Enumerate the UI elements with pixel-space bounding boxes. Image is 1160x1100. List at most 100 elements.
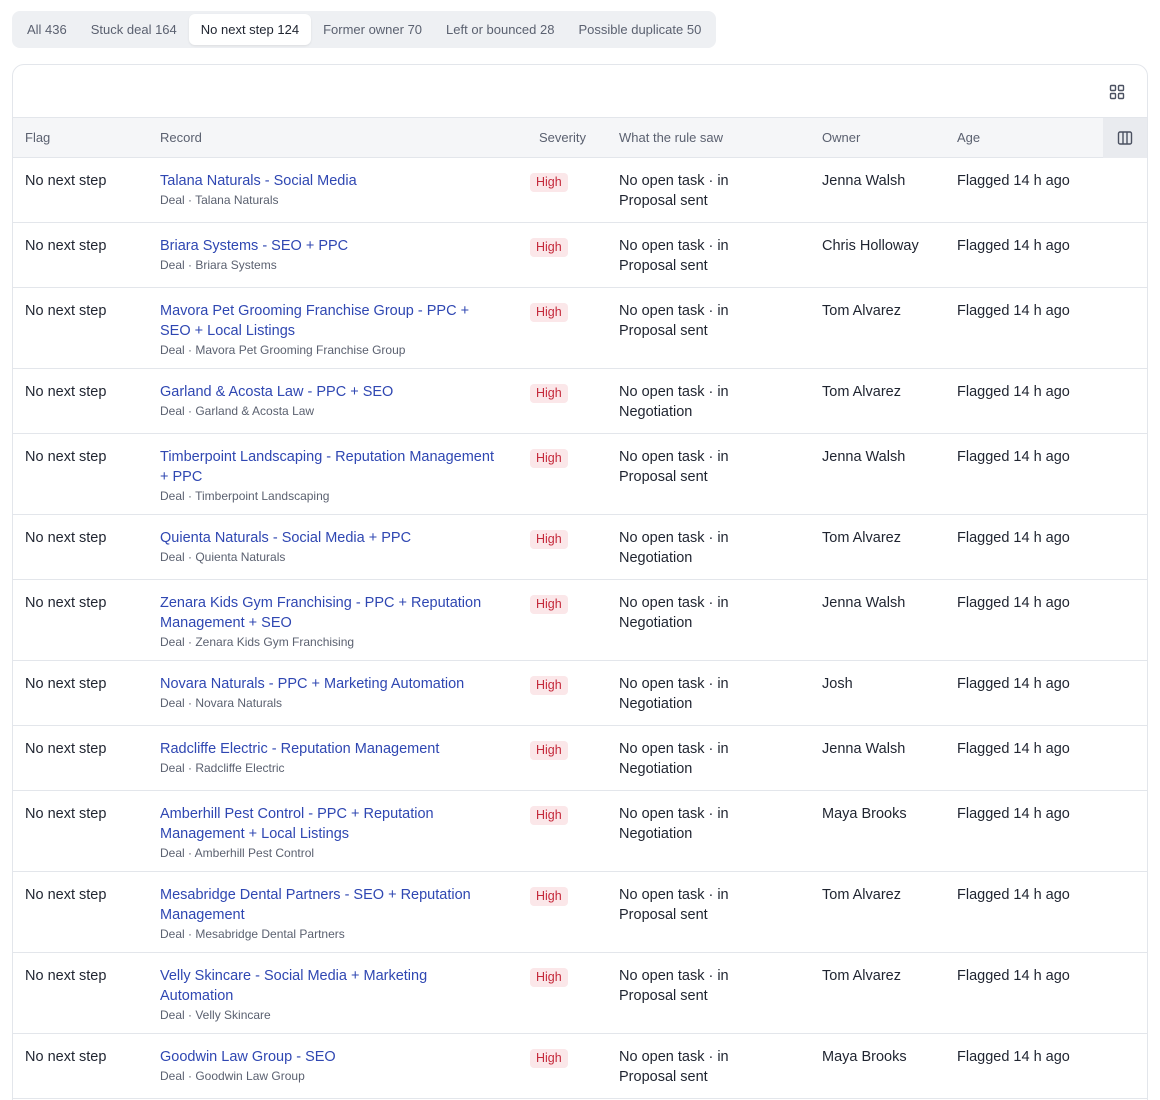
owner-cell: Jenna Walsh bbox=[822, 741, 906, 757]
rule-saw-cell: No open task · in Proposal sent bbox=[619, 303, 729, 339]
flag-cell: No next step bbox=[25, 303, 107, 319]
record-cell: Mesabridge Dental Partners - SEO + Reput… bbox=[160, 885, 500, 942]
tab-stuck-deal[interactable]: Stuck deal 164 bbox=[79, 14, 189, 45]
owner-cell: Maya Brooks bbox=[822, 806, 907, 822]
flag-cell: No next step bbox=[25, 530, 107, 546]
flag-cell: No next step bbox=[25, 384, 107, 400]
table-row[interactable]: No next step Novara Naturals - PPC + Mar… bbox=[13, 661, 1147, 726]
age-cell: Flagged 14 h ago bbox=[957, 595, 1070, 611]
table-toolbar bbox=[13, 65, 1147, 118]
severity-cell: High bbox=[530, 886, 568, 906]
severity-badge: High bbox=[530, 173, 568, 192]
severity-cell: High bbox=[530, 237, 568, 257]
flag-cell: No next step bbox=[25, 238, 107, 254]
table-row[interactable]: No next step Velly Skincare - Social Med… bbox=[13, 953, 1147, 1034]
record-cell: Velly Skincare - Social Media + Marketin… bbox=[160, 966, 500, 1023]
record-link[interactable]: Talana Naturals - Social Media bbox=[160, 171, 500, 191]
age-cell: Flagged 14 h ago bbox=[957, 303, 1070, 319]
owner-cell: Tom Alvarez bbox=[822, 303, 901, 319]
record-subtitle: Deal · Briara Systems bbox=[160, 258, 277, 272]
age-cell: Flagged 14 h ago bbox=[957, 384, 1070, 400]
record-cell: Talana Naturals - Social Media Deal · Ta… bbox=[160, 171, 500, 208]
severity-badge: High bbox=[530, 968, 568, 987]
tab-former-owner[interactable]: Former owner 70 bbox=[311, 14, 434, 45]
flag-cell: No next step bbox=[25, 449, 107, 465]
record-cell: Novara Naturals - PPC + Marketing Automa… bbox=[160, 674, 500, 711]
severity-badge: High bbox=[530, 676, 568, 695]
severity-cell: High bbox=[530, 529, 568, 549]
table-row[interactable]: No next step Amberhill Pest Control - PP… bbox=[13, 791, 1147, 872]
record-subtitle: Deal · Timberpoint Landscaping bbox=[160, 489, 330, 503]
rule-saw-cell: No open task · in Negotiation bbox=[619, 741, 729, 777]
record-link[interactable]: Mavora Pet Grooming Franchise Group - PP… bbox=[160, 301, 500, 341]
table-row[interactable]: No next step Zenara Kids Gym Franchising… bbox=[13, 580, 1147, 661]
record-link[interactable]: Novara Naturals - PPC + Marketing Automa… bbox=[160, 674, 500, 694]
table-row[interactable]: No next step Talana Naturals - Social Me… bbox=[13, 158, 1147, 223]
record-link[interactable]: Timberpoint Landscaping - Reputation Man… bbox=[160, 447, 500, 487]
flag-cell: No next step bbox=[25, 595, 107, 611]
severity-cell: High bbox=[530, 805, 568, 825]
owner-cell: Jenna Walsh bbox=[822, 595, 906, 611]
flag-cell: No next step bbox=[25, 887, 107, 903]
record-subtitle: Deal · Mesabridge Dental Partners bbox=[160, 927, 345, 941]
severity-cell: High bbox=[530, 302, 568, 322]
record-subtitle: Deal · Velly Skincare bbox=[160, 1008, 271, 1022]
column-header-severity[interactable]: Severity bbox=[539, 118, 586, 158]
owner-cell: Jenna Walsh bbox=[822, 173, 906, 189]
severity-cell: High bbox=[530, 383, 568, 403]
flag-cell: No next step bbox=[25, 1049, 107, 1065]
record-subtitle: Deal · Amberhill Pest Control bbox=[160, 846, 315, 860]
record-link[interactable]: Briara Systems - SEO + PPC bbox=[160, 236, 500, 256]
record-link[interactable]: Goodwin Law Group - SEO bbox=[160, 1047, 500, 1067]
severity-badge: High bbox=[530, 806, 568, 825]
rule-saw-cell: No open task · in Proposal sent bbox=[619, 1049, 729, 1085]
grid-view-icon[interactable] bbox=[1108, 83, 1126, 101]
age-cell: Flagged 14 h ago bbox=[957, 449, 1070, 465]
record-subtitle: Deal · Zenara Kids Gym Franchising bbox=[160, 635, 355, 649]
record-link[interactable]: Mesabridge Dental Partners - SEO + Reput… bbox=[160, 885, 500, 925]
rule-saw-cell: No open task · in Negotiation bbox=[619, 530, 729, 566]
owner-cell: Tom Alvarez bbox=[822, 384, 901, 400]
record-subtitle: Deal · Goodwin Law Group bbox=[160, 1069, 305, 1083]
record-subtitle: Deal · Mavora Pet Grooming Franchise Gro… bbox=[160, 343, 406, 357]
table-row[interactable]: No next step Timberpoint Landscaping - R… bbox=[13, 434, 1147, 515]
record-link[interactable]: Quienta Naturals - Social Media + PPC bbox=[160, 528, 500, 548]
table-row[interactable]: No next step Mesabridge Dental Partners … bbox=[13, 872, 1147, 953]
age-cell: Flagged 14 h ago bbox=[957, 887, 1070, 903]
severity-cell: High bbox=[530, 594, 568, 614]
column-header-flag[interactable]: Flag bbox=[25, 118, 50, 158]
column-header-age[interactable]: Age bbox=[957, 118, 980, 158]
tab-possible-duplicate[interactable]: Possible duplicate 50 bbox=[566, 14, 713, 45]
record-link[interactable]: Garland & Acosta Law - PPC + SEO bbox=[160, 382, 500, 402]
record-link[interactable]: Zenara Kids Gym Franchising - PPC + Repu… bbox=[160, 593, 500, 633]
table-row[interactable]: No next step Quienta Naturals - Social M… bbox=[13, 515, 1147, 580]
age-cell: Flagged 14 h ago bbox=[957, 806, 1070, 822]
rule-saw-cell: No open task · in Negotiation bbox=[619, 595, 729, 631]
tab-all[interactable]: All 436 bbox=[15, 14, 79, 45]
owner-cell: Tom Alvarez bbox=[822, 530, 901, 546]
column-header-what-the-rule-saw[interactable]: What the rule saw bbox=[619, 118, 723, 158]
severity-cell: High bbox=[530, 740, 568, 760]
columns-icon[interactable] bbox=[1103, 118, 1147, 158]
severity-cell: High bbox=[530, 675, 568, 695]
table-row[interactable]: No next step Garland & Acosta Law - PPC … bbox=[13, 369, 1147, 434]
severity-badge: High bbox=[530, 595, 568, 614]
tab-no-next-step[interactable]: No next step 124 bbox=[188, 14, 312, 45]
record-link[interactable]: Radcliffe Electric - Reputation Manageme… bbox=[160, 739, 500, 759]
record-link[interactable]: Velly Skincare - Social Media + Marketin… bbox=[160, 966, 500, 1006]
table-row[interactable]: No next step Mavora Pet Grooming Franchi… bbox=[13, 288, 1147, 369]
record-link[interactable]: Amberhill Pest Control - PPC + Reputatio… bbox=[160, 804, 500, 844]
record-cell: Mavora Pet Grooming Franchise Group - PP… bbox=[160, 301, 500, 358]
table-row[interactable]: No next step Briara Systems - SEO + PPC … bbox=[13, 223, 1147, 288]
rule-saw-cell: No open task · in Negotiation bbox=[619, 676, 729, 712]
record-subtitle: Deal · Talana Naturals bbox=[160, 193, 279, 207]
tab-left-or-bounced[interactable]: Left or bounced 28 bbox=[434, 14, 566, 45]
table-row[interactable]: No next step Radcliffe Electric - Reputa… bbox=[13, 726, 1147, 791]
column-header-record[interactable]: Record bbox=[160, 118, 202, 158]
rule-saw-cell: No open task · in Negotiation bbox=[619, 384, 729, 420]
table-row[interactable]: No next step Goodwin Law Group - SEO Dea… bbox=[13, 1034, 1147, 1099]
severity-badge: High bbox=[530, 887, 568, 906]
age-cell: Flagged 14 h ago bbox=[957, 968, 1070, 984]
severity-badge: High bbox=[530, 530, 568, 549]
column-header-owner[interactable]: Owner bbox=[822, 118, 860, 158]
